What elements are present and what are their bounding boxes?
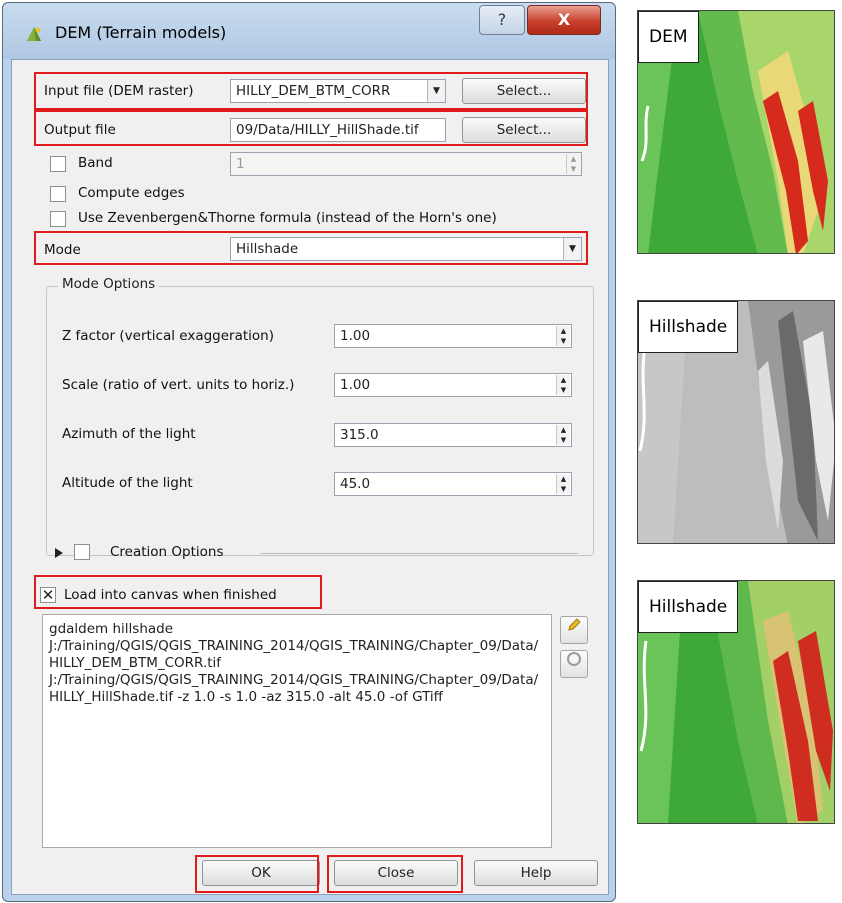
dialog-window: DEM (Terrain models) ? X Input file (DEM…: [2, 2, 616, 902]
close-window-button[interactable]: X: [527, 5, 601, 35]
spinner-arrows-icon[interactable]: ▲ ▼: [566, 154, 580, 174]
title-bar: DEM (Terrain models) ? X: [3, 3, 615, 59]
dem-label: DEM: [638, 11, 699, 63]
close-button[interactable]: Close: [334, 860, 458, 886]
help-title-button[interactable]: ?: [479, 5, 525, 35]
load-canvas-label: Load into canvas when finished: [64, 587, 277, 603]
mode-options-title: Mode Options: [58, 276, 160, 292]
creation-options-label: Creation Options: [110, 544, 224, 560]
z-factor-value: 1.00: [340, 328, 371, 344]
z-factor-spinbox[interactable]: 1.00 ▲ ▼: [334, 324, 572, 348]
chevron-down-icon[interactable]: ▼: [427, 80, 445, 102]
azimuth-label: Azimuth of the light: [62, 426, 196, 442]
creation-options-checkbox[interactable]: [74, 544, 90, 560]
triangle-right-icon[interactable]: [54, 548, 64, 558]
azimuth-spinbox[interactable]: 315.0 ▲ ▼: [334, 423, 572, 447]
input-file-label: Input file (DEM raster): [44, 83, 194, 99]
pencil-icon[interactable]: [560, 616, 588, 644]
qgis-icon: [27, 27, 41, 41]
scale-spinbox[interactable]: 1.00 ▲ ▼: [334, 373, 572, 397]
window-title: DEM (Terrain models): [55, 23, 227, 42]
output-file-field[interactable]: 09/Data/HILLY_HillShade.tif: [230, 118, 446, 142]
band-checkbox[interactable]: [50, 156, 66, 172]
band-label: Band: [78, 155, 113, 171]
dem-map: DEM: [637, 10, 835, 254]
mode-combo[interactable]: Hillshade ▼: [230, 237, 582, 261]
mode-label: Mode: [44, 242, 81, 258]
input-file-value: HILLY_DEM_BTM_CORR: [236, 83, 391, 99]
input-select-button[interactable]: Select...: [462, 78, 586, 104]
spinner-arrows-icon[interactable]: ▲ ▼: [556, 425, 570, 445]
band-spinbox[interactable]: 1 ▲ ▼: [230, 152, 582, 176]
scale-value: 1.00: [340, 377, 371, 393]
spinner-arrows-icon[interactable]: ▲ ▼: [556, 326, 570, 346]
chevron-down-icon[interactable]: ▼: [563, 238, 581, 260]
creation-options-divider: [260, 553, 578, 554]
spinner-arrows-icon[interactable]: ▲ ▼: [556, 474, 570, 494]
command-line: gdaldem hillshade: [49, 621, 174, 637]
altitude-spinbox[interactable]: 45.0 ▲ ▼: [334, 472, 572, 496]
command-text-area[interactable]: gdaldem hillshade J:/Training/QGIS/QGIS_…: [42, 614, 552, 848]
azimuth-value: 315.0: [340, 427, 379, 443]
load-canvas-checkbox[interactable]: ✕: [40, 587, 56, 603]
output-select-button[interactable]: Select...: [462, 117, 586, 143]
spinner-arrows-icon[interactable]: ▲ ▼: [556, 375, 570, 395]
input-file-combo[interactable]: HILLY_DEM_BTM_CORR ▼: [230, 79, 446, 103]
help-button[interactable]: Help: [474, 860, 598, 886]
reset-icon[interactable]: [560, 650, 588, 678]
command-line: J:/Training/QGIS/QGIS_TRAINING_2014/QGIS…: [49, 672, 539, 705]
altitude-label: Altitude of the light: [62, 475, 193, 491]
scale-label: Scale (ratio of vert. units to horiz.): [62, 377, 295, 393]
mode-value: Hillshade: [236, 241, 299, 257]
command-line: J:/Training/QGIS/QGIS_TRAINING_2014/QGIS…: [49, 638, 539, 671]
zevenbergen-label: Use Zevenbergen&Thorne formula (instead …: [78, 210, 497, 226]
hillshade-map: Hillshade: [637, 300, 835, 544]
hillshade-dem-label: Hillshade: [638, 581, 739, 633]
altitude-value: 45.0: [340, 476, 371, 492]
band-value: 1: [236, 156, 245, 172]
z-factor-label: Z factor (vertical exaggeration): [62, 328, 274, 344]
compute-edges-label: Compute edges: [78, 185, 185, 201]
dialog-content: Input file (DEM raster) HILLY_DEM_BTM_CO…: [11, 59, 609, 895]
output-file-label: Output file: [44, 122, 116, 138]
hillshade-dem-map: Hillshade: [637, 580, 835, 824]
ok-button[interactable]: OK: [202, 860, 320, 886]
zevenbergen-checkbox[interactable]: [50, 211, 66, 227]
hillshade-label: Hillshade: [638, 301, 739, 353]
compute-edges-checkbox[interactable]: [50, 186, 66, 202]
